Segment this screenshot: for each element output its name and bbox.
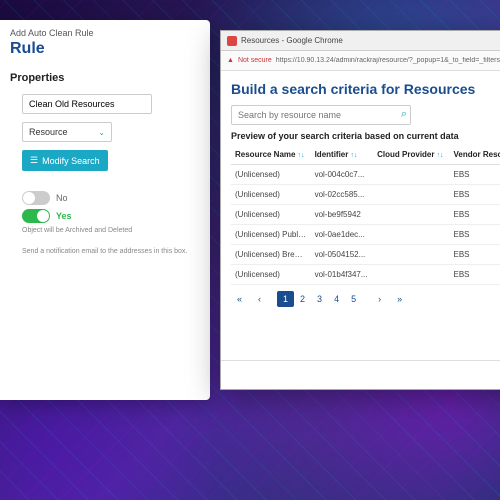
page-title: Rule (10, 40, 200, 58)
page-4[interactable]: 4 (328, 291, 345, 307)
sort-icon: ↑↓ (350, 152, 357, 159)
breadcrumb: Add Auto Clean Rule (10, 28, 200, 38)
page-prev[interactable]: ‹ (252, 291, 267, 307)
sort-icon: ↑↓ (297, 152, 304, 159)
url-bar: ▲ Not secure https://10.90.13.24/admin/r… (221, 51, 500, 71)
toggle-no-label: No (56, 193, 68, 203)
window-title: Resources - Google Chrome (241, 36, 343, 45)
page-next[interactable]: › (372, 291, 387, 307)
chevron-down-icon: ⌄ (98, 128, 105, 137)
col-resource-name[interactable]: Resource Name↑↓ (231, 145, 311, 165)
table-row[interactable]: (Unlicensed)vol-02cc585...EBS (231, 185, 500, 205)
search-input[interactable] (231, 105, 411, 125)
filter-icon: ☰ (30, 155, 38, 166)
rule-name-input[interactable] (22, 94, 152, 114)
preview-label: Preview of your search criteria based on… (231, 131, 500, 141)
page-5[interactable]: 5 (345, 291, 362, 307)
search-popup: Resources - Google Chrome ▲ Not secure h… (220, 30, 500, 390)
table-row[interactable]: (Unlicensed)vol-be9f5942EBS (231, 205, 500, 225)
modify-search-button[interactable]: ☰ Modify Search (22, 150, 108, 171)
not-secure-icon: ▲ (227, 57, 234, 64)
table-row[interactable]: (Unlicensed)vol-004c0c7...EBS (231, 165, 500, 185)
page-2[interactable]: 2 (294, 291, 311, 307)
help-archive: Object will be Archived and Deleted (22, 227, 200, 234)
not-secure-label: Not secure (238, 57, 272, 64)
table-row[interactable]: (Unlicensed) Public-...vol-0ae1dec...EBS (231, 225, 500, 245)
url-text: https://10.90.13.24/admin/rackraj/resour… (276, 57, 500, 64)
page-1[interactable]: 1 (277, 291, 294, 307)
help-email: Send a notification email to the address… (22, 248, 200, 255)
col-identifier[interactable]: Identifier↑↓ (311, 145, 374, 165)
rule-type-value: Resource (29, 127, 68, 137)
page-last[interactable]: » (391, 291, 408, 307)
page-first[interactable]: « (231, 291, 248, 307)
sort-icon: ↑↓ (437, 152, 444, 159)
col-vendor-type[interactable]: Vendor Resource Type↑↓ (450, 145, 500, 165)
toggle-archive-on[interactable] (22, 209, 50, 223)
pagination: « ‹ 12345 › » 54 (231, 291, 500, 307)
table-row[interactable]: (Unlicensed)vol-01b4f347...EBS (231, 265, 500, 285)
rule-panel: Add Auto Clean Rule Rule Properties Reso… (0, 20, 210, 400)
table-row[interactable]: (Unlicensed) Brenda...vol-0504152...EBS (231, 245, 500, 265)
toggle-yes-label: Yes (56, 211, 72, 221)
popup-title: Build a search criteria for Resources (231, 81, 500, 97)
col-cloud-provider[interactable]: Cloud Provider↑↓ (373, 145, 449, 165)
results-table: Resource Name↑↓ Identifier↑↓ Cloud Provi… (231, 145, 500, 285)
page-3[interactable]: 3 (311, 291, 328, 307)
section-properties: Properties (10, 72, 200, 84)
toggle-archive-off[interactable] (22, 191, 50, 205)
rule-type-select[interactable]: Resource ⌄ (22, 122, 112, 142)
search-icon[interactable]: ⌕ (401, 108, 407, 121)
chrome-titlebar: Resources - Google Chrome (221, 31, 500, 51)
app-icon (227, 36, 237, 46)
